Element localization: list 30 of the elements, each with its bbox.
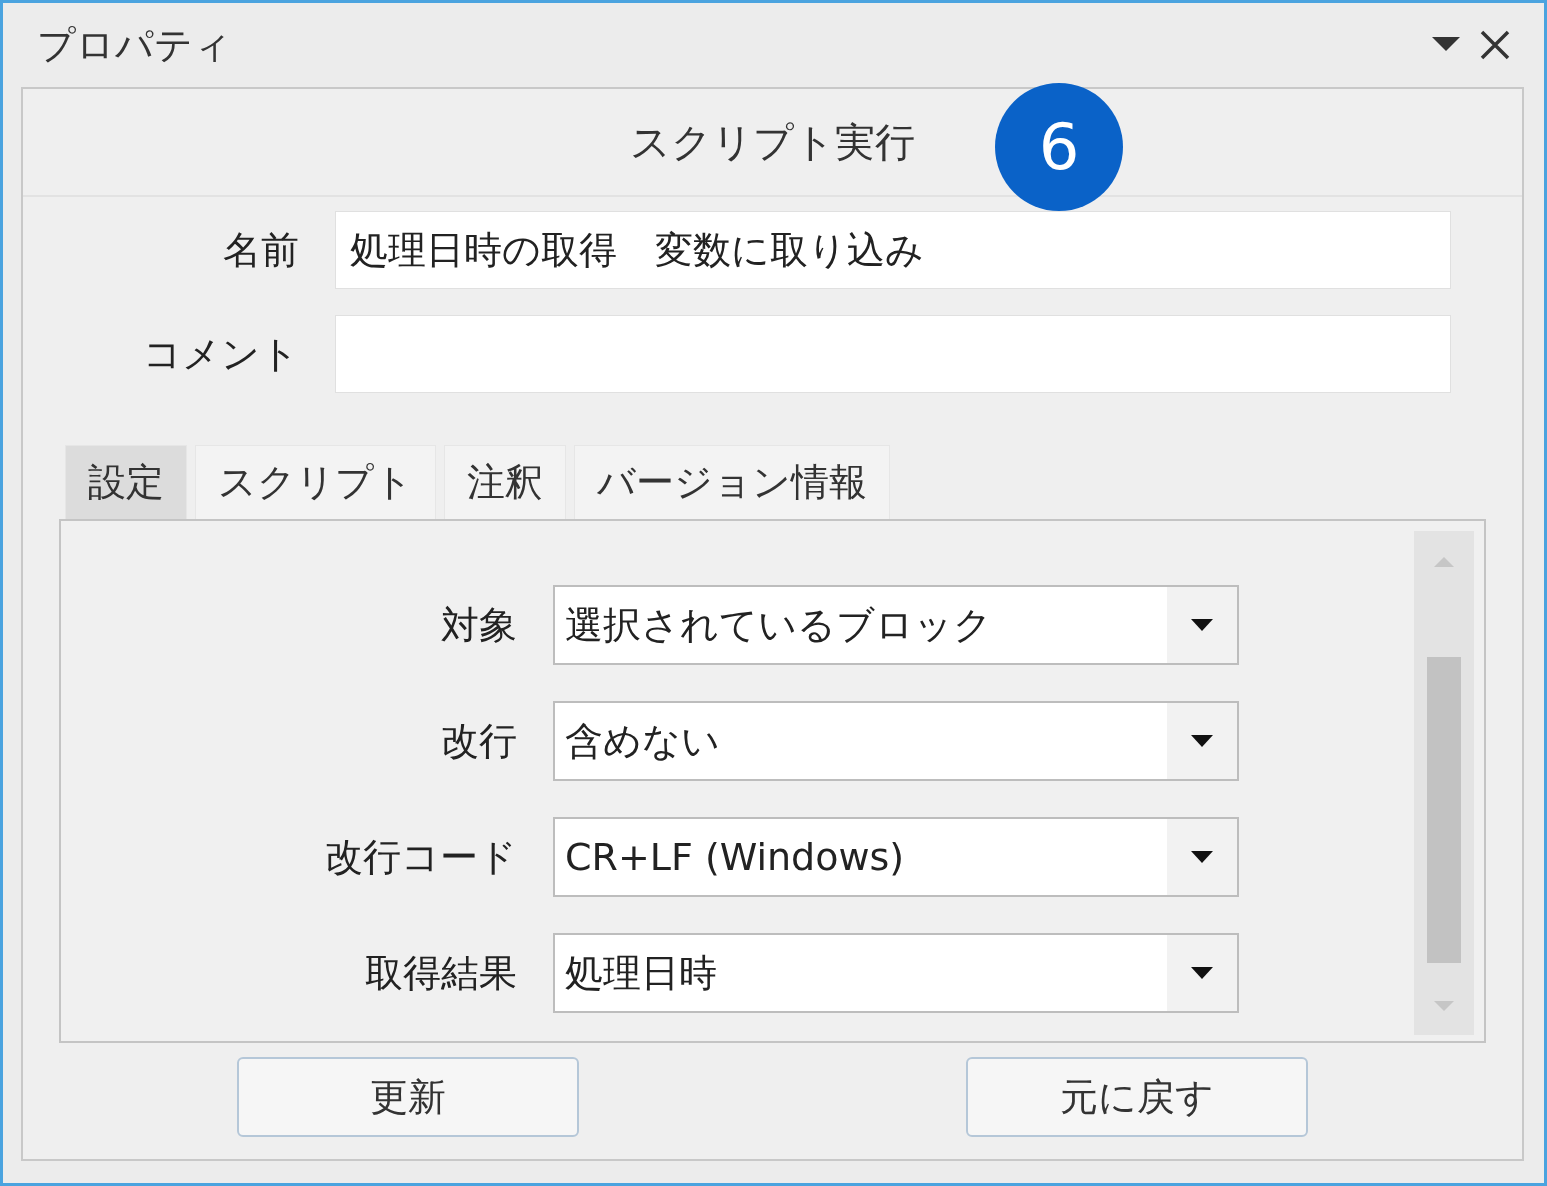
action-button[interactable]: 元に戻す — [966, 1057, 1308, 1137]
dropdown-field[interactable]: 含めない — [553, 701, 1239, 781]
scrollbar-thumb[interactable] — [1427, 657, 1461, 963]
setting-label: 改行 — [440, 717, 517, 765]
caret-icon — [1167, 819, 1237, 895]
text-field[interactable]: 処理日時の取得 変数に取り込み — [335, 211, 1451, 289]
caret-icon — [1167, 587, 1237, 663]
dropdown-field[interactable]: 処理日時 — [553, 933, 1239, 1013]
text-field[interactable] — [335, 315, 1451, 393]
action-button[interactable]: 更新 — [237, 1057, 579, 1137]
caret-icon — [1167, 703, 1237, 779]
field-label: コメント — [142, 330, 299, 378]
setting-label: 対象 — [440, 601, 517, 649]
scroll-up-arrow-icon[interactable] — [1434, 555, 1454, 567]
tab[interactable]: 注釈 — [444, 445, 566, 519]
setting-label: 取得結果 — [364, 949, 517, 997]
tab[interactable]: バージョン情報 — [574, 445, 890, 519]
window-title: プロパティ — [37, 21, 233, 69]
dropdown-field[interactable]: 選択されているブロック — [553, 585, 1239, 665]
close-icon[interactable] — [1480, 30, 1510, 60]
dropdown-field[interactable]: CR+LF (Windows) — [553, 817, 1239, 897]
tab[interactable]: 設定 — [65, 445, 187, 519]
caret-icon — [1167, 935, 1237, 1011]
tab[interactable]: スクリプト — [195, 445, 436, 519]
step-number-badge: 6 — [995, 83, 1123, 211]
setting-label: 改行コード — [324, 833, 517, 881]
field-label: 名前 — [222, 226, 299, 274]
dropdown-caret-icon[interactable] — [1432, 37, 1460, 53]
scroll-down-arrow-icon[interactable] — [1434, 1001, 1454, 1013]
scrollbar[interactable] — [1414, 531, 1474, 1035]
